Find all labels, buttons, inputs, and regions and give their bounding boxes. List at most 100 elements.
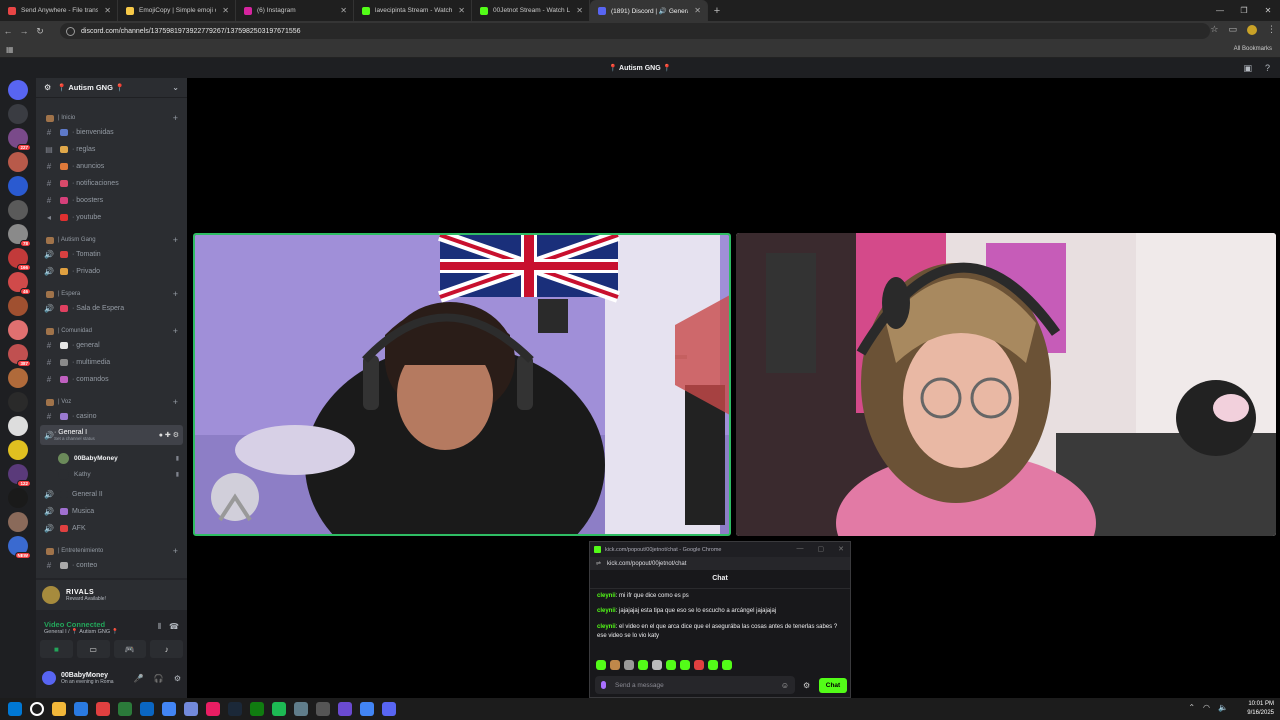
rivals-reward-banner[interactable]: RIVALS Reward Available! xyxy=(36,580,187,610)
browser-tab[interactable]: EmojiCopy | Simple emoji copy ✕ xyxy=(118,0,236,21)
channel-item[interactable]: ◂ · youtube xyxy=(36,209,187,225)
chat-settings-gear-icon[interactable]: ⚙ xyxy=(803,681,810,690)
emote-icon[interactable] xyxy=(638,660,648,670)
taskbar-app-icon[interactable] xyxy=(118,702,132,716)
taskbar-app-icon[interactable] xyxy=(228,702,242,716)
help-icon[interactable]: ? xyxy=(1265,63,1270,73)
browser-tab[interactable]: lavecipinta Stream - Watch Live ✕ xyxy=(354,0,472,21)
emote-icon[interactable] xyxy=(624,660,634,670)
channel-item[interactable]: # · general xyxy=(36,337,187,353)
server-icon[interactable] xyxy=(8,416,28,436)
noise-suppression-icon[interactable]: ⫴ xyxy=(158,622,161,632)
channel-item[interactable]: 🔊 Musica xyxy=(36,503,187,519)
server-icon[interactable] xyxy=(8,488,28,508)
new-tab-icon[interactable]: + xyxy=(708,5,726,17)
emote-icon[interactable] xyxy=(722,660,732,670)
create-channel-icon[interactable]: + xyxy=(173,289,178,299)
soundboard-button[interactable]: ♪ xyxy=(150,640,183,658)
popup-minimize-icon[interactable]: — xyxy=(797,545,804,553)
tab-close-icon[interactable]: ✕ xyxy=(104,6,111,15)
tab-close-icon[interactable]: ✕ xyxy=(694,6,701,15)
close-window-icon[interactable]: ✕ xyxy=(1256,6,1280,15)
server-icon[interactable] xyxy=(8,512,28,532)
chat-username[interactable]: cleynii xyxy=(597,608,616,614)
taskbar-app-icon[interactable] xyxy=(250,702,264,716)
restore-icon[interactable]: ❐ xyxy=(1232,6,1256,15)
taskbar-app-icon[interactable] xyxy=(96,702,110,716)
taskbar-app-icon[interactable] xyxy=(294,702,308,716)
server-icon[interactable]: 78 xyxy=(8,224,31,247)
popup-maximize-icon[interactable]: ▢ xyxy=(818,545,825,553)
create-channel-icon[interactable]: + xyxy=(173,113,178,123)
emote-icon[interactable] xyxy=(652,660,662,670)
chat-username[interactable]: cleynii xyxy=(597,593,616,599)
search-icon[interactable] xyxy=(30,702,44,716)
voice-channel-status[interactable]: Set a channel status xyxy=(54,436,95,441)
server-icon[interactable] xyxy=(8,80,28,100)
channel-item[interactable]: # · notificaciones xyxy=(36,175,187,191)
emote-icon[interactable] xyxy=(708,660,718,670)
popup-close-icon[interactable]: ✕ xyxy=(838,545,844,553)
browser-tab[interactable]: 00Jetnot Stream - Watch Live o ✕ xyxy=(472,0,590,21)
site-controls-icon[interactable]: ⇌ xyxy=(596,560,601,567)
reload-icon[interactable]: ↻ xyxy=(32,26,48,37)
tab-close-icon[interactable]: ✕ xyxy=(340,6,347,15)
emote-icon[interactable] xyxy=(610,660,620,670)
emote-icon[interactable] xyxy=(666,660,676,670)
channel-item[interactable]: 🔊 General II xyxy=(36,486,187,502)
server-icon[interactable]: 387 xyxy=(8,344,31,367)
channel-item[interactable]: ▤ · reglas xyxy=(36,141,187,157)
tab-close-icon[interactable]: ✕ xyxy=(222,6,229,15)
server-icon[interactable] xyxy=(8,152,28,172)
channel-item[interactable]: # · anuncios xyxy=(36,158,187,174)
channel-item[interactable]: 🔊 · Sala de Espera xyxy=(36,300,187,316)
back-icon[interactable]: ← xyxy=(0,26,16,36)
emote-icon[interactable] xyxy=(680,660,690,670)
video-tile-2[interactable] xyxy=(736,233,1276,536)
wifi-icon[interactable]: ◠ xyxy=(1203,703,1210,712)
volume-icon[interactable]: 🔈 xyxy=(1218,703,1228,712)
channel-item[interactable]: # · multimedia xyxy=(36,354,187,370)
tab-close-icon[interactable]: ✕ xyxy=(458,6,465,15)
headphones-icon[interactable]: 🎧 xyxy=(154,674,164,683)
server-icon[interactable] xyxy=(8,104,28,124)
browser-tab[interactable]: Send Anywhere - File transfer ✕ xyxy=(0,0,118,21)
chat-send-button[interactable]: Chat xyxy=(819,678,847,693)
site-info-icon[interactable] xyxy=(66,26,75,36)
create-channel-icon[interactable]: + xyxy=(173,546,178,556)
taskbar-clock[interactable]: 10:01 PM 9/16/2025 xyxy=(1247,700,1274,717)
channel-item[interactable]: 🔊 AFK xyxy=(36,520,187,536)
taskbar-app-icon[interactable] xyxy=(316,702,330,716)
server-icon[interactable] xyxy=(8,200,28,220)
create-channel-icon[interactable]: + xyxy=(173,235,178,245)
taskbar-app-icon[interactable] xyxy=(162,702,176,716)
taskbar-app-icon[interactable] xyxy=(206,702,220,716)
server-icon[interactable]: 46 xyxy=(8,272,31,295)
current-user[interactable]: 00BabyMoney On an evening in Roma 🎤 🎧 ⚙ xyxy=(36,666,187,690)
server-icon[interactable] xyxy=(8,176,28,196)
server-icon[interactable] xyxy=(8,320,28,340)
profile-avatar[interactable] xyxy=(1247,24,1257,35)
activity-button[interactable]: 🎮 xyxy=(113,640,147,658)
mic-icon[interactable]: 🎤 xyxy=(134,674,144,683)
server-icon[interactable]: NEW xyxy=(8,536,31,559)
emote-icon[interactable] xyxy=(596,660,606,670)
forward-icon[interactable]: → xyxy=(16,26,32,36)
browser-tab[interactable]: (6) Instagram ✕ xyxy=(236,0,354,21)
voice-member[interactable]: Kathy ▮ xyxy=(36,466,187,482)
channel-item[interactable]: # · comandos xyxy=(36,371,187,387)
channel-item[interactable]: # · bienvenidas xyxy=(36,124,187,140)
server-icon[interactable]: 227 xyxy=(8,128,31,151)
voice-channel-actions[interactable]: ● ✚ ⚙ xyxy=(159,431,179,439)
bookmark-star-icon[interactable]: ☆ xyxy=(1210,24,1218,35)
channel-item[interactable]: # · conteo xyxy=(36,557,187,573)
create-channel-icon[interactable]: + xyxy=(173,326,178,336)
all-bookmarks-link[interactable]: All Bookmarks xyxy=(1234,46,1272,52)
chat-username[interactable]: cleynii xyxy=(597,624,616,630)
channel-item[interactable]: 🔊 · Privado xyxy=(36,263,187,279)
mic-icon[interactable] xyxy=(601,681,606,689)
minimize-icon[interactable]: — xyxy=(1208,6,1232,15)
cast-icon[interactable]: ▭ xyxy=(1228,24,1237,35)
voice-member[interactable]: 00BabyMoney ▮ xyxy=(36,450,187,466)
url-field[interactable]: discord.com/channels/1375981973922779267… xyxy=(60,23,1210,39)
